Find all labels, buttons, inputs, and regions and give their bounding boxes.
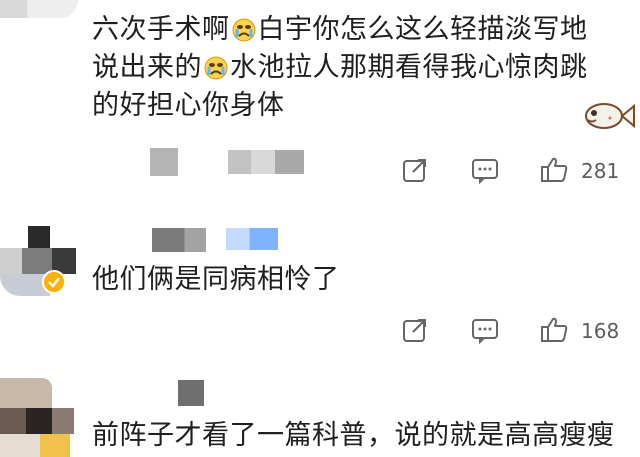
crying-face-emoji-icon [231,17,257,53]
comment-1-line-1: 六次手术啊 白宇你怎么这么轻描淡写地 [92,12,588,53]
share-square-icon [401,156,429,184]
thumb-up-icon [539,315,569,345]
like-count: 168 [581,319,620,343]
comment-3-line-1: 前阵子才看了一篇科普，说的就是高高瘦瘦 [92,420,615,451]
like-button[interactable] [539,315,569,345]
share-button[interactable] [401,316,429,344]
share-square-icon [401,316,429,344]
verified-badge [42,270,66,294]
redacted-badge [226,228,278,250]
avatar-fragment[interactable] [0,0,78,18]
comment-dots-icon [470,316,500,344]
comment-1-line-2: 说出来的 水池拉人那期看得我心惊肉跳 [92,50,588,91]
avatar[interactable] [0,226,78,296]
avatar[interactable] [0,378,78,457]
fish-sticker-icon [580,98,636,138]
comment-1-line-3: 的好担心你身体 [92,90,285,121]
crying-face-emoji-icon [203,55,229,91]
redacted-username [152,228,206,252]
comment-button[interactable] [470,156,500,184]
redacted-block [150,148,178,176]
share-button[interactable] [401,156,429,184]
comment-button[interactable] [470,316,500,344]
redacted-username [178,380,204,406]
redacted-block [228,150,304,174]
like-count: 281 [581,159,620,183]
thumb-up-icon [539,155,569,185]
comment-2-line-1: 他们俩是同病相怜了 [92,264,340,295]
comment-dots-icon [470,156,500,184]
like-button[interactable] [539,155,569,185]
